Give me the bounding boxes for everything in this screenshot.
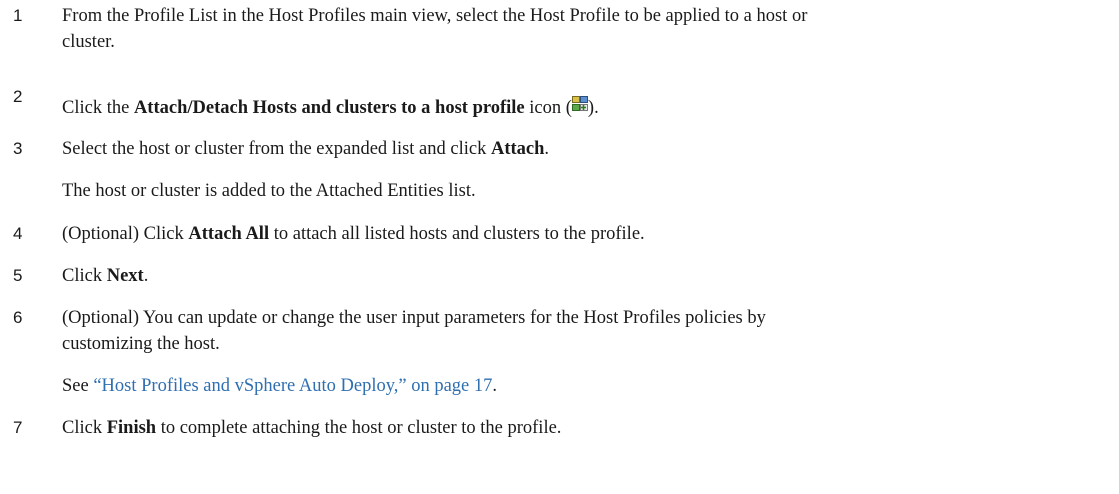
step-number: 4 xyxy=(13,224,23,243)
step-text: Click the Attach/Detach Hosts and cluste… xyxy=(62,93,1117,121)
step-text-segment: icon ( xyxy=(524,98,572,118)
step-text-segment: to attach all listed hosts and clusters … xyxy=(269,224,645,244)
step-text: Select the host or cluster from the expa… xyxy=(62,136,1117,162)
step-text: (Optional) You can update or change the … xyxy=(62,305,1117,357)
step-number: 6 xyxy=(13,308,23,327)
step-text-segment: ). xyxy=(587,98,599,118)
step-text-segment: (Optional) Click xyxy=(62,224,189,244)
step-text-line: From the Profile List in the Host Profil… xyxy=(62,6,808,26)
ui-label-bold: Attach All xyxy=(188,224,270,244)
cross-reference-note: See “Host Profiles and vSphere Auto Depl… xyxy=(62,373,1112,399)
step-text: (Optional) Click Attach All to attach al… xyxy=(62,221,1117,247)
step-number: 1 xyxy=(13,6,23,25)
note-text-segment: See xyxy=(62,376,94,396)
step-number: 7 xyxy=(13,418,23,437)
ui-label-bold: Attach xyxy=(490,139,545,159)
step-text: Click Finish to complete attaching the h… xyxy=(62,415,1117,441)
step-text-segment: . xyxy=(544,139,550,159)
step-text-segment: to complete attaching the host or cluste… xyxy=(156,418,562,438)
step-number: 2 xyxy=(13,87,23,106)
ui-label-bold: Finish xyxy=(106,418,157,438)
attach-detach-hosts-icon xyxy=(571,93,588,111)
step-text-segment: Select the host or cluster from the expa… xyxy=(62,139,491,159)
step-text-segment: Click xyxy=(62,418,107,438)
note-text-segment: . xyxy=(492,376,498,396)
step-number: 5 xyxy=(13,266,23,285)
step-text: From the Profile List in the Host Profil… xyxy=(62,3,1117,55)
step-text-line: (Optional) You can update or change the … xyxy=(62,308,766,328)
step-text: Click Next. xyxy=(62,263,1117,289)
step-text-segment: Click xyxy=(62,266,107,286)
step-text-segment: . xyxy=(143,266,149,286)
step-result-note: The host or cluster is added to the Atta… xyxy=(62,181,476,201)
step-number: 3 xyxy=(13,139,23,158)
cross-reference-link[interactable]: “Host Profiles and vSphere Auto Deploy,”… xyxy=(93,376,492,396)
step-text-line: cluster. xyxy=(62,32,115,52)
step-text-segment: Click the xyxy=(62,98,134,118)
step-text-line: customizing the host. xyxy=(62,334,220,354)
document-page: 1 From the Profile List in the Host Prof… xyxy=(0,0,1119,494)
ui-label-bold: Attach/Detach Hosts and clusters to a ho… xyxy=(133,98,525,118)
ui-label-bold: Next xyxy=(106,266,144,286)
